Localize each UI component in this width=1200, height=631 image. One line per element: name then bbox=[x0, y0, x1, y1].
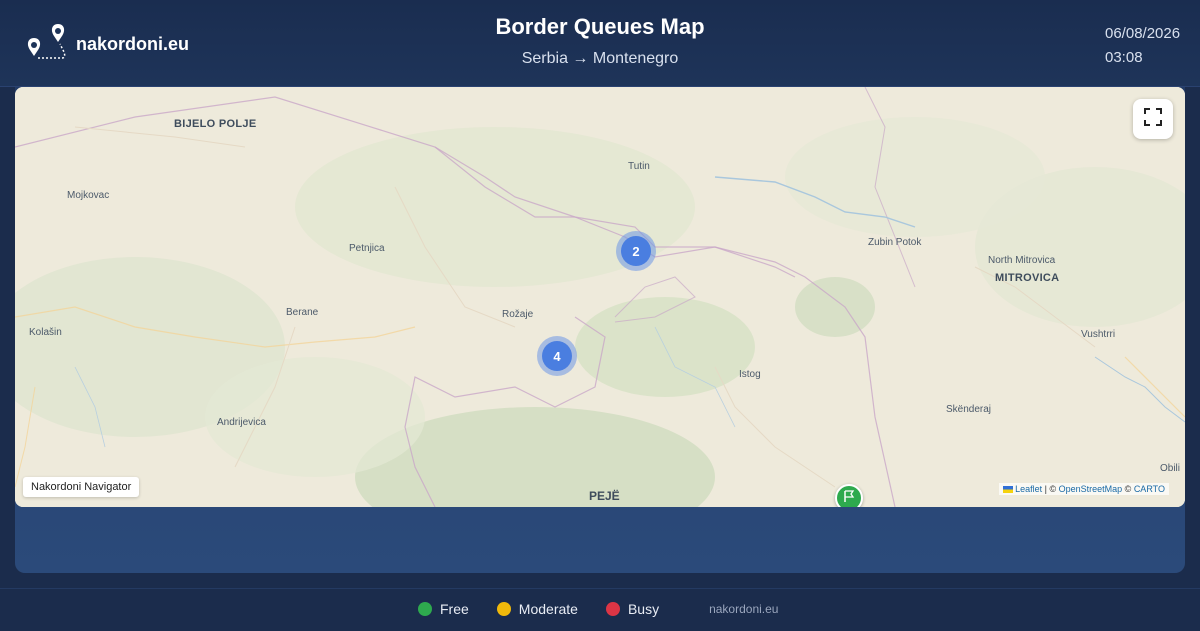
navigator-label: Nakordoni Navigator bbox=[23, 477, 140, 497]
place-label: Petnjica bbox=[349, 243, 385, 254]
attribution-separator: | © bbox=[1042, 484, 1059, 494]
status-dot-free bbox=[418, 602, 432, 616]
status-dot-busy bbox=[605, 602, 620, 616]
flag-icon bbox=[842, 489, 856, 508]
place-label: Berane bbox=[286, 307, 319, 318]
route-subtitle: Serbia → Montenegro bbox=[521, 50, 679, 67]
legend-label: Moderate bbox=[518, 601, 578, 617]
place-label: Obili bbox=[1160, 463, 1181, 474]
openstreetmap-link[interactable]: OpenStreetMap bbox=[1059, 484, 1123, 494]
map-attribution: Leaflet | © OpenStreetMap © CARTO bbox=[999, 483, 1169, 495]
legend-item-busy: Busy bbox=[605, 601, 660, 617]
time-label: 03:08 bbox=[1105, 49, 1143, 66]
place-label: Tutin bbox=[628, 161, 650, 172]
date-label: 06/08/2026 bbox=[1105, 25, 1181, 42]
attribution-copy: © bbox=[1122, 484, 1134, 494]
header: nakordoni.eu Border Queues Map Serbia → … bbox=[0, 0, 1200, 87]
place-label: PEJË bbox=[589, 489, 620, 503]
border-crossing-marker[interactable] bbox=[835, 484, 863, 507]
place-label: North Mitrovica bbox=[988, 255, 1056, 266]
place-label: Vushtrri bbox=[1081, 329, 1116, 340]
legend: Free Moderate Busy nakordoni.eu bbox=[418, 601, 778, 617]
place-label: Rožaje bbox=[502, 309, 534, 320]
place-label: Zubin Potok bbox=[868, 237, 922, 248]
map-base-layer bbox=[15, 87, 1185, 507]
cluster-count: 2 bbox=[621, 236, 651, 266]
footer-site[interactable]: nakordoni.eu bbox=[709, 602, 778, 616]
fullscreen-icon bbox=[1144, 107, 1162, 131]
legend-item-moderate: Moderate bbox=[496, 601, 578, 617]
status-dot-moderate bbox=[496, 602, 511, 616]
ukraine-flag-icon bbox=[1003, 486, 1014, 494]
map[interactable]: BIJELO POLJE Mojkovac Tutin Petnjica Zub… bbox=[15, 87, 1185, 507]
legend-label: Free bbox=[440, 601, 469, 617]
place-label: Istog bbox=[739, 369, 761, 380]
place-label: BIJELO POLJE bbox=[174, 118, 257, 130]
place-label: Andrijevica bbox=[217, 417, 266, 428]
legend-item-free: Free bbox=[418, 601, 469, 617]
place-label: Mojkovac bbox=[67, 190, 110, 201]
place-label: Skënderaj bbox=[946, 404, 992, 415]
page-title: Border Queues Map bbox=[495, 14, 705, 39]
carto-link[interactable]: CARTO bbox=[1134, 484, 1165, 494]
title-block: Border Queues Map Serbia → Montenegro bbox=[0, 14, 1200, 68]
leaflet-link[interactable]: Leaflet bbox=[1015, 484, 1042, 494]
cluster-marker[interactable]: 2 bbox=[616, 231, 656, 271]
cluster-count: 4 bbox=[542, 341, 572, 371]
footer: Free Moderate Busy nakordoni.eu bbox=[0, 588, 1200, 631]
legend-label: Busy bbox=[627, 601, 660, 617]
place-label: MITROVICA bbox=[995, 272, 1060, 284]
place-label: Kolašin bbox=[29, 327, 62, 338]
cluster-marker[interactable]: 4 bbox=[537, 336, 577, 376]
fullscreen-button[interactable] bbox=[1133, 99, 1173, 139]
datetime: 06/08/2026 03:08 bbox=[1105, 22, 1180, 70]
